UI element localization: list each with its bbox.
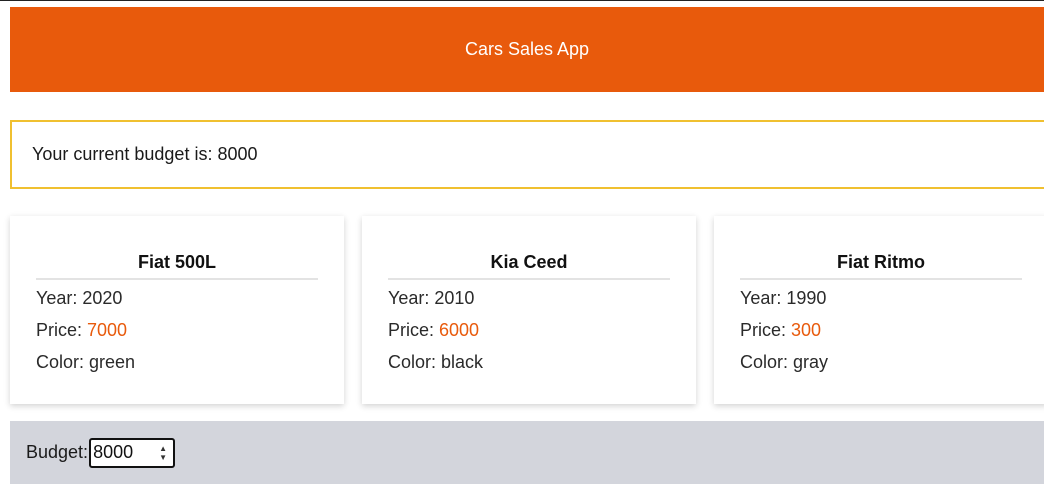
car-price-value: 300 — [791, 320, 822, 340]
car-price: Price: 7000 — [36, 320, 127, 341]
car-name: Fiat Ritmo — [837, 252, 925, 272]
car-price-value: 7000 — [87, 320, 128, 340]
car-list: Fiat 500L Year: 2020 Price: 7000 Color: … — [10, 216, 1044, 406]
car-year: Year: 2010 — [388, 288, 474, 309]
budget-footer: Budget: ▲ ▼ — [10, 421, 1044, 484]
car-color: Color: green — [36, 352, 135, 373]
car-price: Price: 6000 — [388, 320, 479, 341]
car-color-label: Color: — [740, 352, 794, 372]
car-price: Price: 300 — [740, 320, 821, 341]
car-color-value: black — [441, 352, 484, 372]
stepper-up-icon[interactable]: ▲ — [159, 444, 167, 453]
car-year-value: 2010 — [434, 288, 475, 308]
car-card: Kia Ceed Year: 2010 Price: 6000 Color: b… — [362, 216, 696, 404]
car-color-value: gray — [793, 352, 829, 372]
budget-label: Budget: — [26, 442, 89, 462]
top-rule — [0, 0, 1044, 5]
budget-input[interactable] — [91, 442, 156, 463]
car-color: Color: black — [388, 352, 483, 373]
car-year-label: Year: — [36, 288, 83, 308]
car-color: Color: gray — [740, 352, 828, 373]
car-year-value: 1990 — [786, 288, 827, 308]
car-card: Fiat 500L Year: 2020 Price: 7000 Color: … — [10, 216, 344, 404]
car-card: Fiat Ritmo Year: 1990 Price: 300 Color: … — [714, 216, 1044, 404]
car-year-label: Year: — [740, 288, 787, 308]
car-price-label: Price: — [388, 320, 440, 340]
car-price-label: Price: — [740, 320, 792, 340]
card-divider — [388, 278, 670, 280]
car-year: Year: 1990 — [740, 288, 826, 309]
card-divider — [740, 278, 1022, 280]
car-name: Fiat 500L — [137, 252, 217, 272]
car-name: Kia Ceed — [490, 252, 568, 272]
app-header: Cars Sales App — [10, 7, 1044, 92]
car-price-label: Price: — [36, 320, 88, 340]
budget-stepper[interactable]: ▲ ▼ — [155, 440, 171, 466]
budget-banner-text: Your current budget is: 8000 — [32, 144, 258, 164]
car-color-label: Color: — [36, 352, 90, 372]
stepper-down-icon[interactable]: ▼ — [159, 453, 167, 462]
car-year: Year: 2020 — [36, 288, 122, 309]
car-color-label: Color: — [388, 352, 442, 372]
car-year-value: 2020 — [82, 288, 123, 308]
car-price-value: 6000 — [439, 320, 480, 340]
app-title: Cars Sales App — [464, 39, 590, 59]
card-divider — [36, 278, 318, 280]
car-year-label: Year: — [388, 288, 435, 308]
car-color-value: green — [89, 352, 136, 372]
budget-banner: Your current budget is: 8000 — [10, 120, 1044, 189]
budget-number-field[interactable]: ▲ ▼ — [89, 437, 176, 468]
